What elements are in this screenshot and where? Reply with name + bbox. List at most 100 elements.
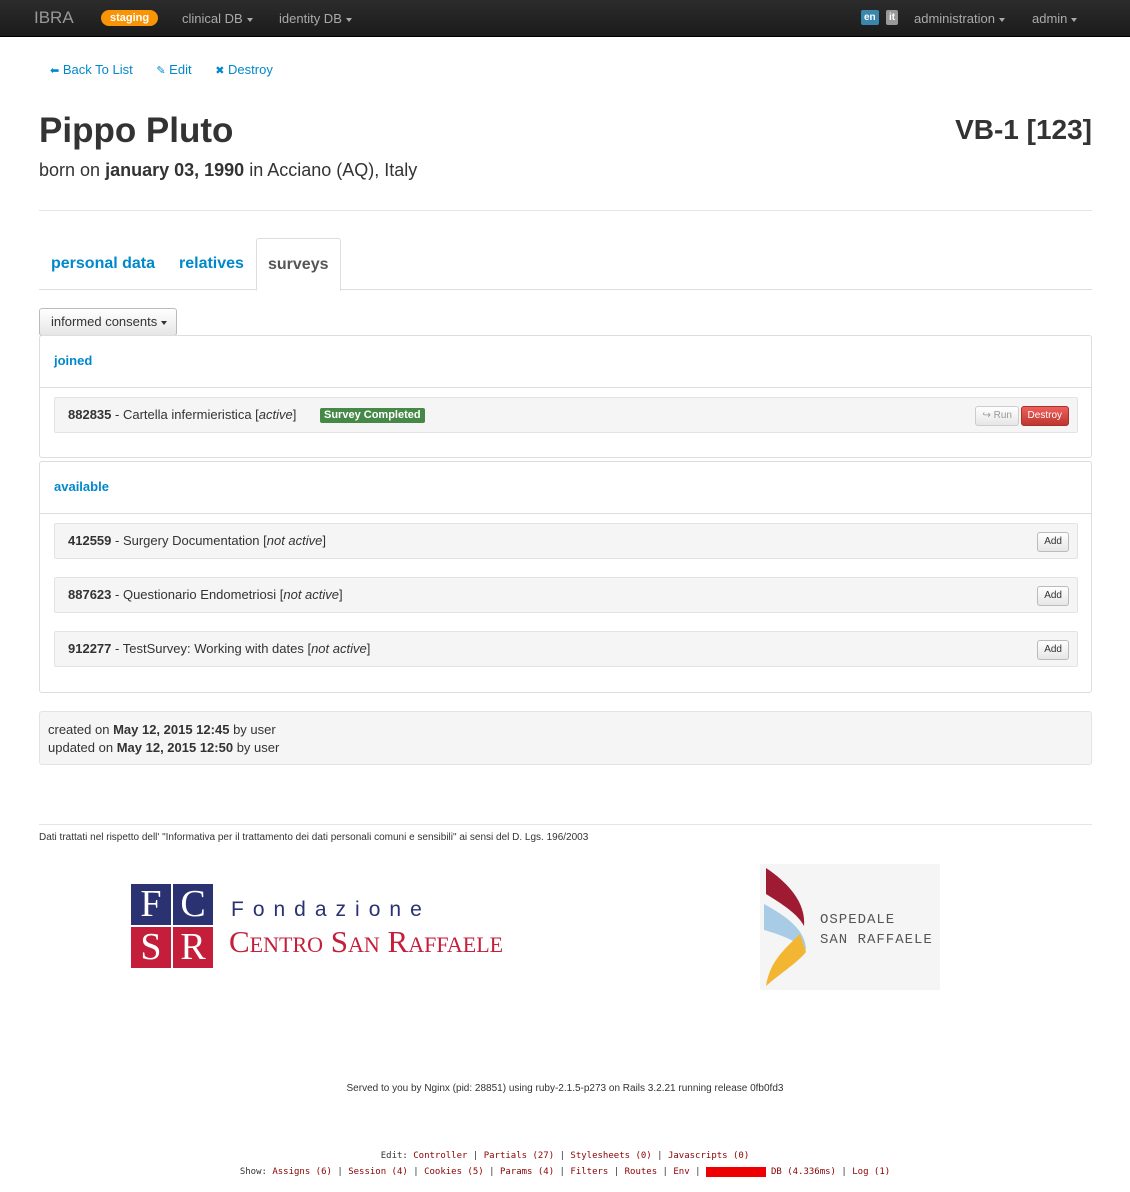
debug-javascripts-link[interactable]: Javascripts (0) bbox=[668, 1151, 749, 1161]
debug-stylesheets-link[interactable]: Stylesheets (0) bbox=[570, 1151, 651, 1161]
joined-surveys-panel: joined 882835 - Cartella infermieristica… bbox=[39, 335, 1092, 458]
survey-name: - Surgery Documentation [ bbox=[115, 533, 267, 548]
identity-db-menu[interactable]: identity DB bbox=[279, 11, 352, 26]
birth-date: january 03, 1990 bbox=[105, 160, 245, 180]
joined-survey-row: 882835 - Cartella infermieristica [activ… bbox=[54, 397, 1078, 433]
created-by: by user bbox=[233, 722, 276, 737]
administration-menu[interactable]: administration bbox=[914, 11, 1005, 26]
fcsr-letter: F bbox=[131, 884, 171, 925]
debug-session-link[interactable]: Session (4) bbox=[348, 1167, 408, 1177]
survey-id: 882835 bbox=[68, 407, 112, 422]
debug-cookies-link[interactable]: Cookies (5) bbox=[424, 1167, 484, 1177]
tab-relatives[interactable]: relatives bbox=[179, 238, 244, 290]
survey-status-close: ] bbox=[292, 407, 297, 422]
debug-params-link[interactable]: Params (4) bbox=[500, 1167, 554, 1177]
ospedale-san-raffaele-logo: OSPEDALE SAN RAFFAELE bbox=[760, 864, 940, 990]
available-survey-row: 412559 - Surgery Documentation [not acti… bbox=[54, 523, 1078, 559]
debug-log-link[interactable]: Log (1) bbox=[852, 1167, 890, 1177]
person-code: VB-1 [123] bbox=[955, 114, 1092, 145]
debug-show-label: Show: bbox=[239, 1167, 267, 1177]
fcsr-line1: Fondazione bbox=[231, 898, 431, 921]
available-survey-row: 887623 - Questionario Endometriosi [not … bbox=[54, 577, 1078, 613]
joined-heading[interactable]: joined bbox=[40, 336, 1091, 388]
add-survey-button[interactable]: Add bbox=[1037, 532, 1069, 552]
created-at: May 12, 2015 12:45 bbox=[113, 722, 230, 737]
caret-down-icon bbox=[1071, 17, 1078, 22]
language-it-button[interactable]: it bbox=[886, 10, 899, 25]
user-label: admin bbox=[1032, 11, 1068, 26]
caret-down-icon bbox=[998, 17, 1005, 22]
survey-name: - Questionario Endometriosi [ bbox=[115, 587, 284, 602]
environment-badge: staging bbox=[101, 10, 159, 26]
edit-link[interactable]: ✎ Edit bbox=[156, 62, 191, 77]
debug-queries-link[interactable]: Queries (8) bbox=[705, 1167, 766, 1177]
survey-id: 887623 bbox=[68, 587, 112, 602]
fcsr-line2: Centro San Raffaele bbox=[229, 924, 504, 959]
privacy-note: Dati trattati nel rispetto dell' "Inform… bbox=[39, 832, 589, 843]
born-prefix: born on bbox=[39, 160, 101, 180]
administration-label: administration bbox=[914, 11, 995, 26]
user-menu[interactable]: admin bbox=[1032, 11, 1078, 26]
fcsr-letter: S bbox=[131, 927, 171, 968]
tab-personal-data[interactable]: personal data bbox=[51, 238, 155, 290]
run-label: Run bbox=[993, 410, 1012, 421]
record-tabs: personal data relatives surveys bbox=[39, 238, 1092, 291]
survey-name: - TestSurvey: Working with dates [ bbox=[115, 641, 312, 656]
clinical-db-label: clinical DB bbox=[182, 11, 243, 26]
survey-status: not active bbox=[311, 641, 367, 656]
edit-label: Edit bbox=[169, 62, 192, 77]
destroy-label: Destroy bbox=[228, 62, 273, 77]
debug-controller-link[interactable]: Controller bbox=[413, 1151, 467, 1161]
debug-edit-bar: Edit: Controller | Partials (27) | Style… bbox=[380, 1151, 750, 1161]
created-line: created on May 12, 2015 12:45 by user bbox=[48, 721, 1083, 739]
debug-assigns-link[interactable]: Assigns (6) bbox=[272, 1167, 332, 1177]
updated-by: by user bbox=[236, 740, 280, 755]
caret-down-icon bbox=[246, 17, 253, 22]
survey-name: - Cartella infermieristica [ bbox=[115, 407, 259, 422]
survey-status-close: ] bbox=[339, 587, 343, 602]
circle-arrow-left-icon: ⬅ bbox=[50, 65, 60, 77]
informed-consents-dropdown[interactable]: informed consents bbox=[39, 308, 177, 336]
destroy-survey-button[interactable]: Destroy bbox=[1020, 406, 1069, 426]
caret-down-icon bbox=[345, 17, 352, 22]
footer-divider bbox=[39, 824, 1092, 825]
survey-status: active bbox=[258, 407, 293, 422]
fcsr-letter: R bbox=[173, 927, 213, 968]
debug-partials-link[interactable]: Partials (27) bbox=[484, 1151, 554, 1161]
survey-id: 912277 bbox=[68, 641, 112, 656]
debug-edit-label: Edit: bbox=[380, 1151, 408, 1161]
back-to-list-label: Back To List bbox=[62, 62, 133, 77]
available-heading[interactable]: available bbox=[40, 462, 1091, 514]
survey-status-close: ] bbox=[322, 533, 327, 548]
remove-icon: ✖ bbox=[215, 65, 225, 77]
record-timestamps: created on May 12, 2015 12:45 by user up… bbox=[39, 711, 1092, 765]
survey-status: not active bbox=[283, 587, 340, 602]
available-survey-row: 912277 - TestSurvey: Working with dates … bbox=[54, 631, 1078, 667]
updated-line: updated on May 12, 2015 12:50 by user bbox=[48, 739, 1083, 757]
add-survey-button[interactable]: Add bbox=[1037, 586, 1069, 606]
debug-env-link[interactable]: Env bbox=[673, 1167, 689, 1177]
person-name: Pippo Pluto bbox=[39, 111, 234, 150]
back-to-list-link[interactable]: ⬅ Back To List bbox=[50, 62, 133, 77]
share-arrow-icon: ↪ bbox=[982, 410, 991, 421]
destroy-link[interactable]: ✖ Destroy bbox=[215, 62, 273, 77]
brand-link[interactable]: IBRA bbox=[34, 8, 74, 28]
osr-ribbon-icon bbox=[764, 868, 806, 986]
record-actions: ⬅ Back To List ✎ Edit ✖ Destroy bbox=[50, 62, 293, 77]
language-en-button[interactable]: en bbox=[861, 10, 879, 25]
debug-db-link[interactable]: DB (4.336ms) bbox=[771, 1167, 836, 1177]
run-survey-button[interactable]: ↪ Run bbox=[975, 406, 1019, 426]
informed-consents-label: informed consents bbox=[51, 314, 158, 329]
updated-prefix: updated on bbox=[48, 740, 114, 755]
fcsr-letter: C bbox=[173, 884, 213, 925]
osr-line2: SAN RAFFAELE bbox=[820, 932, 933, 948]
debug-filters-link[interactable]: Filters bbox=[570, 1167, 608, 1177]
debug-routes-link[interactable]: Routes bbox=[625, 1167, 658, 1177]
add-survey-button[interactable]: Add bbox=[1037, 640, 1069, 660]
osr-line1: OSPEDALE bbox=[820, 912, 896, 928]
identity-db-label: identity DB bbox=[279, 11, 342, 26]
birth-place: in Acciano (AQ), Italy bbox=[249, 160, 418, 180]
fcsr-monogram: F C S R bbox=[131, 884, 213, 968]
clinical-db-menu[interactable]: clinical DB bbox=[182, 11, 253, 26]
tab-surveys[interactable]: surveys bbox=[256, 238, 341, 291]
